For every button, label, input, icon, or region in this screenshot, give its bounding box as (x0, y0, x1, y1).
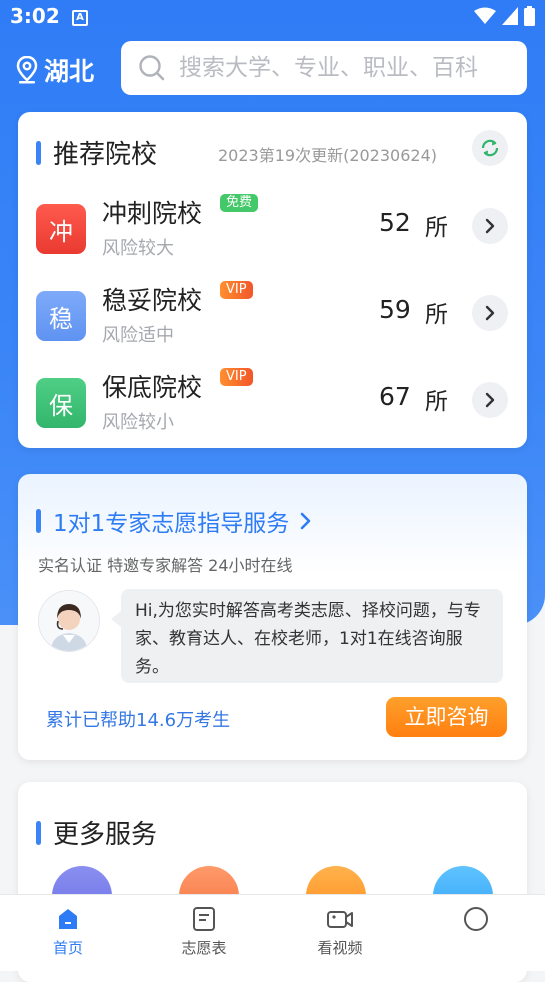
helped-count: 累计已帮助14.6万考生 (46, 710, 231, 731)
row-count: 52 (379, 208, 411, 237)
row-risk: 风险较大 (102, 238, 174, 259)
nav-home-label: 首页 (52, 939, 83, 957)
row-name: 稳妥院校 (102, 286, 203, 315)
document-icon (193, 907, 215, 931)
video-camera-icon (327, 911, 353, 928)
recommend-title: 推荐院校 (53, 140, 158, 170)
row-arrow-button[interactable] (472, 295, 508, 331)
nav-video-label: 看视频 (317, 939, 363, 957)
home-icon (59, 909, 77, 929)
wifi-icon (474, 7, 496, 24)
row-name: 保底院校 (102, 373, 203, 402)
expert-message-bubble: Hi,为您实时解答高考类志愿、择校问题，与专家、教育达人、在校老师，1对1在线咨… (111, 589, 503, 683)
refresh-button[interactable] (472, 130, 508, 166)
location-label: 湖北 (44, 57, 95, 86)
expert-title: 1对1专家志愿指导服务 (53, 511, 290, 537)
consult-now-button[interactable]: 立即咨询 (386, 697, 507, 737)
chevron-right-icon (300, 512, 311, 530)
expert-avatar-image (39, 591, 99, 651)
row-badge: 保 (36, 378, 86, 428)
title-accent-bar (36, 509, 41, 533)
recommend-card: 推荐院校 2023第19次更新(20230624) 冲 冲刺院校 免费 风险较大… (18, 112, 527, 448)
nav-volunteer-form-label: 志愿表 (181, 939, 227, 957)
app-notification-icon: A (72, 10, 88, 26)
expert-service-link[interactable]: 1对1专家志愿指导服务 (36, 504, 315, 538)
recommend-header: 推荐院校 (36, 134, 157, 171)
row-count: 59 (379, 295, 411, 324)
search-bar[interactable] (121, 41, 527, 95)
row-risk: 风险适中 (102, 325, 174, 346)
search-input[interactable] (177, 54, 521, 82)
row-arrow-button[interactable] (472, 382, 508, 418)
expert-service-card: 1对1专家志愿指导服务 实名认证 特邀专家解答 24小时在线 Hi,为您实时解答… (18, 474, 527, 760)
update-info: 2023第19次更新(20230624) (218, 146, 438, 165)
expert-avatar (38, 590, 100, 652)
row-risk: 风险较小 (102, 412, 174, 433)
more-services-header: 更多服务 (36, 814, 157, 851)
vip-tag: VIP (220, 281, 253, 299)
row-count: 67 (379, 382, 411, 411)
more-services-title: 更多服务 (53, 820, 158, 850)
free-tag: 免费 (220, 194, 259, 212)
status-bar: 3:02 A (0, 0, 545, 36)
title-accent-bar (36, 820, 41, 845)
status-time: 3:02 (10, 4, 60, 28)
row-unit: 所 (425, 215, 448, 241)
chevron-right-icon (485, 218, 495, 234)
location-pin-icon (16, 56, 38, 84)
signal-icon (502, 7, 518, 25)
row-unit: 所 (425, 389, 448, 415)
nav-profile[interactable] (408, 895, 544, 971)
profile-circle-icon (464, 907, 488, 931)
nav-volunteer-form[interactable]: 志愿表 (136, 895, 272, 971)
status-icons (474, 6, 535, 26)
row-arrow-button[interactable] (472, 208, 508, 244)
vip-tag: VIP (220, 368, 253, 386)
school-row-safe[interactable]: 稳 稳妥院校 VIP 风险适中 59 所 (18, 277, 527, 357)
battery-icon (524, 6, 535, 26)
bottom-nav: 首页 志愿表 看视频 (0, 894, 545, 971)
nav-home[interactable]: 首页 (0, 895, 136, 971)
search-icon (139, 55, 165, 81)
row-unit: 所 (425, 302, 448, 328)
school-row-guarantee[interactable]: 保 保底院校 VIP 风险较小 67 所 (18, 364, 527, 444)
row-name: 冲刺院校 (102, 199, 203, 228)
chevron-right-icon (485, 392, 495, 408)
expert-subtitle: 实名认证 特邀专家解答 24小时在线 (38, 556, 293, 575)
row-badge: 稳 (36, 291, 86, 341)
nav-video[interactable]: 看视频 (272, 895, 408, 971)
title-accent-bar (36, 140, 41, 165)
school-row-sprint[interactable]: 冲 冲刺院校 免费 风险较大 52 所 (18, 190, 527, 270)
chevron-right-icon (485, 305, 495, 321)
refresh-icon (481, 139, 499, 157)
row-badge: 冲 (36, 204, 86, 254)
location-selector[interactable]: 湖北 (16, 52, 94, 88)
